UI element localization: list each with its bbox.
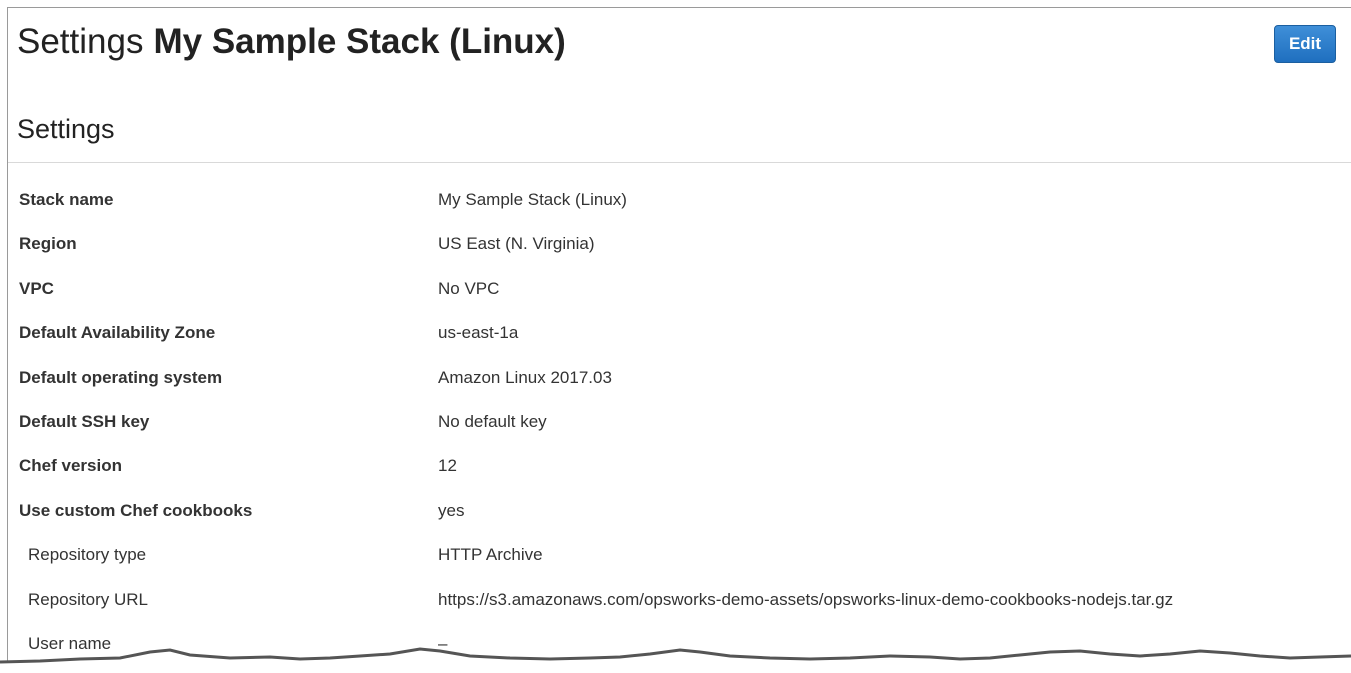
settings-label: Repository URL bbox=[28, 589, 148, 609]
section-divider bbox=[8, 162, 1351, 163]
settings-row-repository-url: Repository URL https://s3.amazonaws.com/… bbox=[8, 578, 1351, 622]
torn-edge-decoration bbox=[0, 647, 1351, 673]
settings-value: HTTP Archive bbox=[438, 545, 543, 565]
settings-label: Use custom Chef cookbooks bbox=[19, 500, 253, 520]
settings-value: No VPC bbox=[438, 278, 500, 298]
settings-value: yes bbox=[438, 500, 465, 520]
settings-row-repository-type: Repository type HTTP Archive bbox=[8, 533, 1351, 577]
settings-value: us-east-1a bbox=[438, 323, 519, 343]
settings-label: Default Availability Zone bbox=[19, 323, 216, 343]
settings-value: Amazon Linux 2017.03 bbox=[438, 367, 612, 387]
settings-value: 12 bbox=[438, 456, 457, 476]
settings-value: https://s3.amazonaws.com/opsworks-demo-a… bbox=[438, 589, 1174, 609]
settings-row-default-availability-zone: Default Availability Zone us-east-1a bbox=[8, 311, 1351, 355]
settings-label: Stack name bbox=[19, 190, 114, 209]
page-title-stack-name: My Sample Stack (Linux) bbox=[153, 22, 566, 61]
settings-panel: Settings My Sample Stack (Linux) Edit Set… bbox=[7, 7, 1351, 673]
settings-label: Default SSH key bbox=[19, 411, 150, 431]
settings-label: Chef version bbox=[19, 456, 122, 476]
settings-row-default-operating-system: Default operating system Amazon Linux 20… bbox=[8, 356, 1351, 400]
settings-label: Repository type bbox=[28, 545, 147, 565]
page-title-prefix: Settings bbox=[17, 22, 144, 61]
settings-label: Default operating system bbox=[19, 367, 223, 387]
settings-table: Stack name My Sample Stack (Linux) Regio… bbox=[8, 178, 1351, 666]
settings-row-use-custom-chef-cookbooks: Use custom Chef cookbooks yes bbox=[8, 489, 1351, 533]
settings-row-chef-version: Chef version 12 bbox=[8, 444, 1351, 488]
settings-value: US East (N. Virginia) bbox=[438, 234, 595, 254]
settings-label: VPC bbox=[19, 278, 54, 298]
page-title: Settings My Sample Stack (Linux) bbox=[17, 20, 566, 64]
settings-row-stack-name: Stack name My Sample Stack (Linux) bbox=[8, 178, 1351, 222]
settings-value: My Sample Stack (Linux) bbox=[438, 190, 627, 209]
settings-row-region: Region US East (N. Virginia) bbox=[8, 222, 1351, 266]
section-title: Settings bbox=[17, 114, 115, 144]
settings-label: Region bbox=[19, 234, 77, 254]
settings-value: No default key bbox=[438, 411, 547, 431]
settings-row-default-ssh-key: Default SSH key No default key bbox=[8, 400, 1351, 444]
edit-button[interactable]: Edit bbox=[1274, 25, 1336, 63]
settings-row-vpc: VPC No VPC bbox=[8, 267, 1351, 311]
